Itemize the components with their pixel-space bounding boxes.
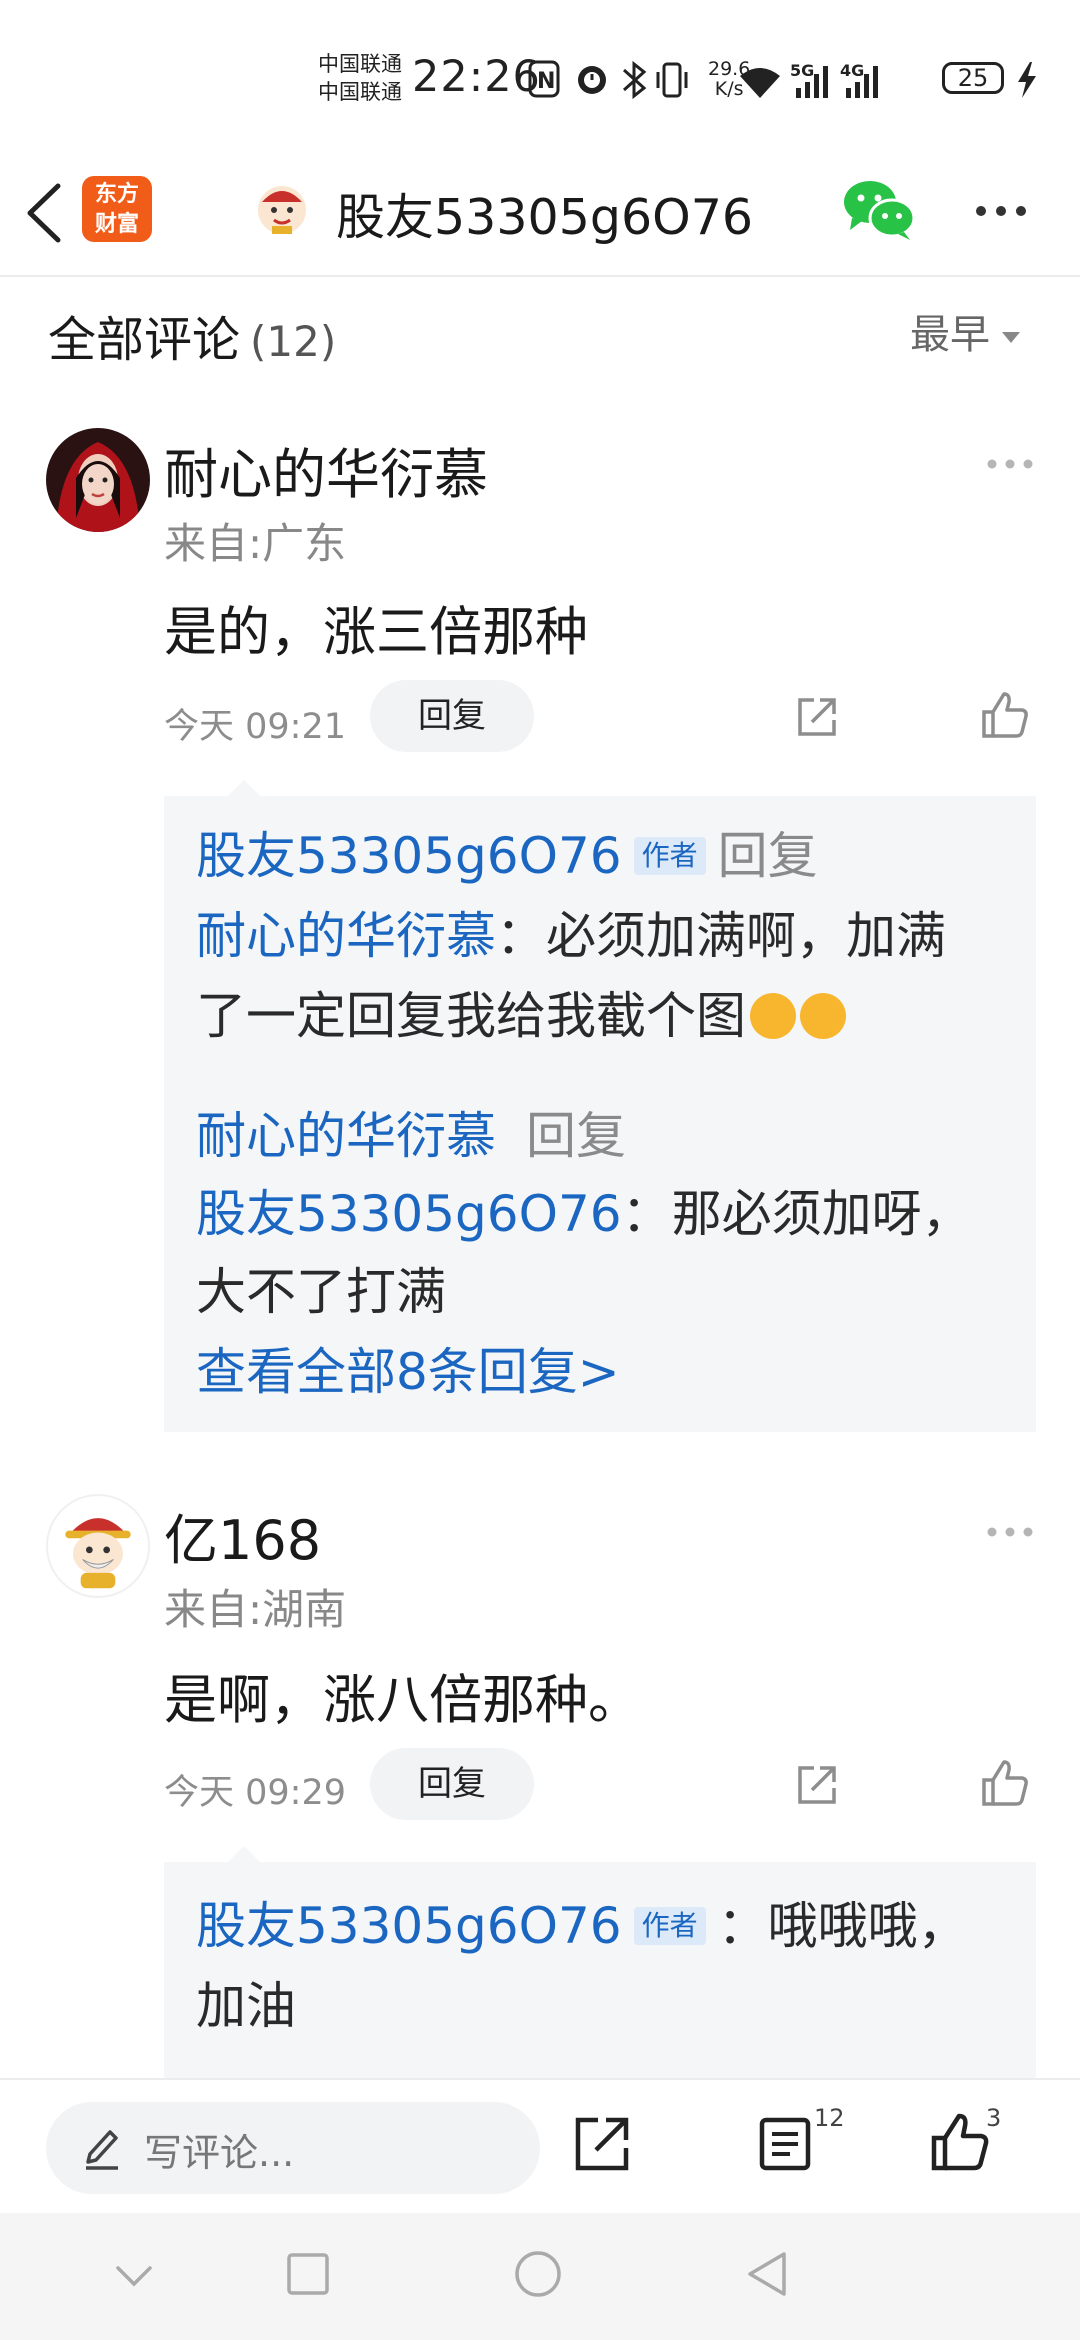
reply-body-line[interactable]: 大不了打满 (196, 1252, 446, 1332)
comment-text: 是啊，涨八倍那种。 (164, 1670, 641, 1731)
battery-indicator: 25 (942, 62, 1004, 94)
grin-emoji-icon (750, 992, 796, 1039)
back-triangle-icon[interactable] (746, 2250, 788, 2298)
network-1-label: 5G (790, 61, 814, 80)
reply-box-notch (228, 1846, 260, 1862)
thumbs-up-icon[interactable] (980, 1758, 1030, 1808)
reply-box: 股友53305g6O76 作者 ：哦哦哦， 加油 (164, 1862, 1036, 2078)
view-all-replies-link[interactable]: 查看全部8条回复> (196, 1332, 620, 1412)
status-time: 22:26 (412, 52, 541, 102)
user-avatar-photo (46, 428, 150, 532)
reply-text: 加油 (196, 1977, 296, 2035)
reply-box: 股友53305g6O76 作者 回复 耐心的华衍慕：必须加满啊，加满 了一定回复我给… (164, 796, 1036, 1432)
home-circle-icon[interactable] (514, 2250, 562, 2298)
reply-body-line[interactable]: 加油 (196, 1966, 296, 2046)
reply-button[interactable]: 回复 (370, 680, 534, 752)
svg-text:N: N (537, 69, 555, 94)
author-badge: 作者 (633, 836, 706, 875)
signal-5g-icon: 5G (790, 61, 828, 98)
thumbs-up-icon[interactable] (930, 2112, 990, 2172)
reply-body-line[interactable]: 了一定回复我给我截个图 (196, 976, 846, 1056)
like-count-badge: 3 (986, 2104, 1002, 2132)
vibrate-icon (656, 62, 688, 98)
reply-text: 大不了打满 (196, 1263, 446, 1321)
reply-text: ：哦哦哦， (717, 1897, 968, 1955)
share-icon[interactable] (794, 694, 840, 740)
comments-heading: 全部评论 (12) (48, 300, 336, 370)
carrier-1: 中国联通 (318, 52, 402, 76)
logo-line2: 财富 (94, 212, 139, 237)
comment-more-icon[interactable] (986, 1526, 1034, 1538)
reply-body-line[interactable]: 耐心的华衍慕：必须加满啊，加满 (196, 896, 946, 976)
chevron-left-icon[interactable] (22, 180, 66, 246)
net-speed-unit: K/s (714, 78, 744, 100)
share-icon[interactable] (572, 2114, 632, 2174)
nfc-icon: N (528, 60, 560, 98)
sort-label: 最早 (910, 312, 990, 358)
logo-line1: 东方 (94, 182, 139, 207)
comment-more-icon[interactable] (986, 458, 1034, 470)
author-badge: 作者 (633, 1906, 706, 1945)
chevron-down-icon[interactable] (114, 2264, 154, 2288)
reply-header: 耐心的华衍慕 回复 (196, 1096, 626, 1176)
comment-text: 是的，涨三倍那种 (164, 602, 588, 663)
comment-location: 来自:湖南 (164, 1585, 347, 1634)
reply-action: 回复 (526, 1107, 626, 1165)
reply-button[interactable]: 回复 (370, 1748, 534, 1820)
reply-body-line[interactable]: 股友53305g6O76：那必须加呀， (196, 1174, 972, 1254)
comments-count: (12) (250, 317, 337, 366)
charging-icon (1018, 62, 1036, 98)
reply-author[interactable]: 股友53305g6O76 (196, 1897, 622, 1955)
caret-down-icon (1002, 331, 1020, 343)
reply-text: ：必须加满啊，加满 (496, 907, 946, 965)
avatar[interactable] (46, 428, 150, 532)
more-options-icon[interactable] (974, 204, 1028, 218)
reply-target[interactable]: 股友53305g6O76 (196, 1185, 622, 1243)
bluetooth-icon (622, 60, 647, 100)
comment-username[interactable]: 耐心的华衍慕 (164, 430, 488, 509)
write-comment-placeholder[interactable]: 写评论... (144, 2122, 294, 2177)
comment-time: 今天 09:29 (164, 1773, 346, 1813)
reply-header: 股友53305g6O76 作者 回复 (196, 816, 818, 896)
net-speed: 29.6 K/s (708, 59, 750, 99)
comment-time: 今天 09:21 (164, 707, 346, 747)
net-speed-value: 29.6 (708, 58, 751, 80)
reply-action: 回复 (717, 827, 818, 885)
wechat-icon[interactable] (842, 178, 916, 242)
network-2-label: 4G (840, 61, 864, 80)
pencil-icon (86, 2130, 118, 2170)
comment-location: 来自:广东 (164, 519, 347, 568)
reply-author[interactable]: 耐心的华衍慕 (196, 1107, 496, 1165)
carrier-labels: 中国联通 中国联通 (318, 50, 402, 106)
reply-text: 了一定回复我给我截个图 (196, 987, 746, 1045)
app-logo[interactable]: 东方 财富 (82, 176, 152, 242)
comment-username[interactable]: 亿168 (164, 1496, 321, 1575)
reply-target[interactable]: 耐心的华衍慕 (196, 907, 496, 965)
comment-list-icon[interactable] (756, 2114, 816, 2174)
comments-heading-label: 全部评论 (48, 312, 241, 368)
share-icon[interactable] (794, 1762, 840, 1808)
user-avatar-fortune-god (65, 1518, 131, 1589)
carrier-2: 中国联通 (318, 80, 402, 104)
signal-4g-icon: 4G (840, 61, 878, 98)
avatar[interactable] (46, 1494, 150, 1598)
status-bar: 中国联通 中国联通 22:26 N 5G 4G 29.6 K/s 25 (0, 0, 1080, 150)
dizzy-emoji-icon (800, 992, 846, 1039)
recents-square-icon[interactable] (286, 2252, 330, 2296)
sort-dropdown[interactable]: 最早 (910, 302, 1020, 360)
thumbs-up-icon[interactable] (980, 690, 1030, 740)
comment-count-badge: 12 (814, 2104, 845, 2132)
reply-body-line[interactable]: 股友53305g6O76 作者 ：哦哦哦， (196, 1886, 968, 1966)
reply-box-notch (228, 780, 260, 796)
page-title: 股友53305g6O76 (336, 189, 754, 246)
reply-text: ：那必须加呀， (621, 1185, 972, 1243)
alarm-icon (578, 66, 606, 94)
reply-author[interactable]: 股友53305g6O76 (196, 827, 622, 885)
author-avatar-icon[interactable] (254, 180, 310, 236)
